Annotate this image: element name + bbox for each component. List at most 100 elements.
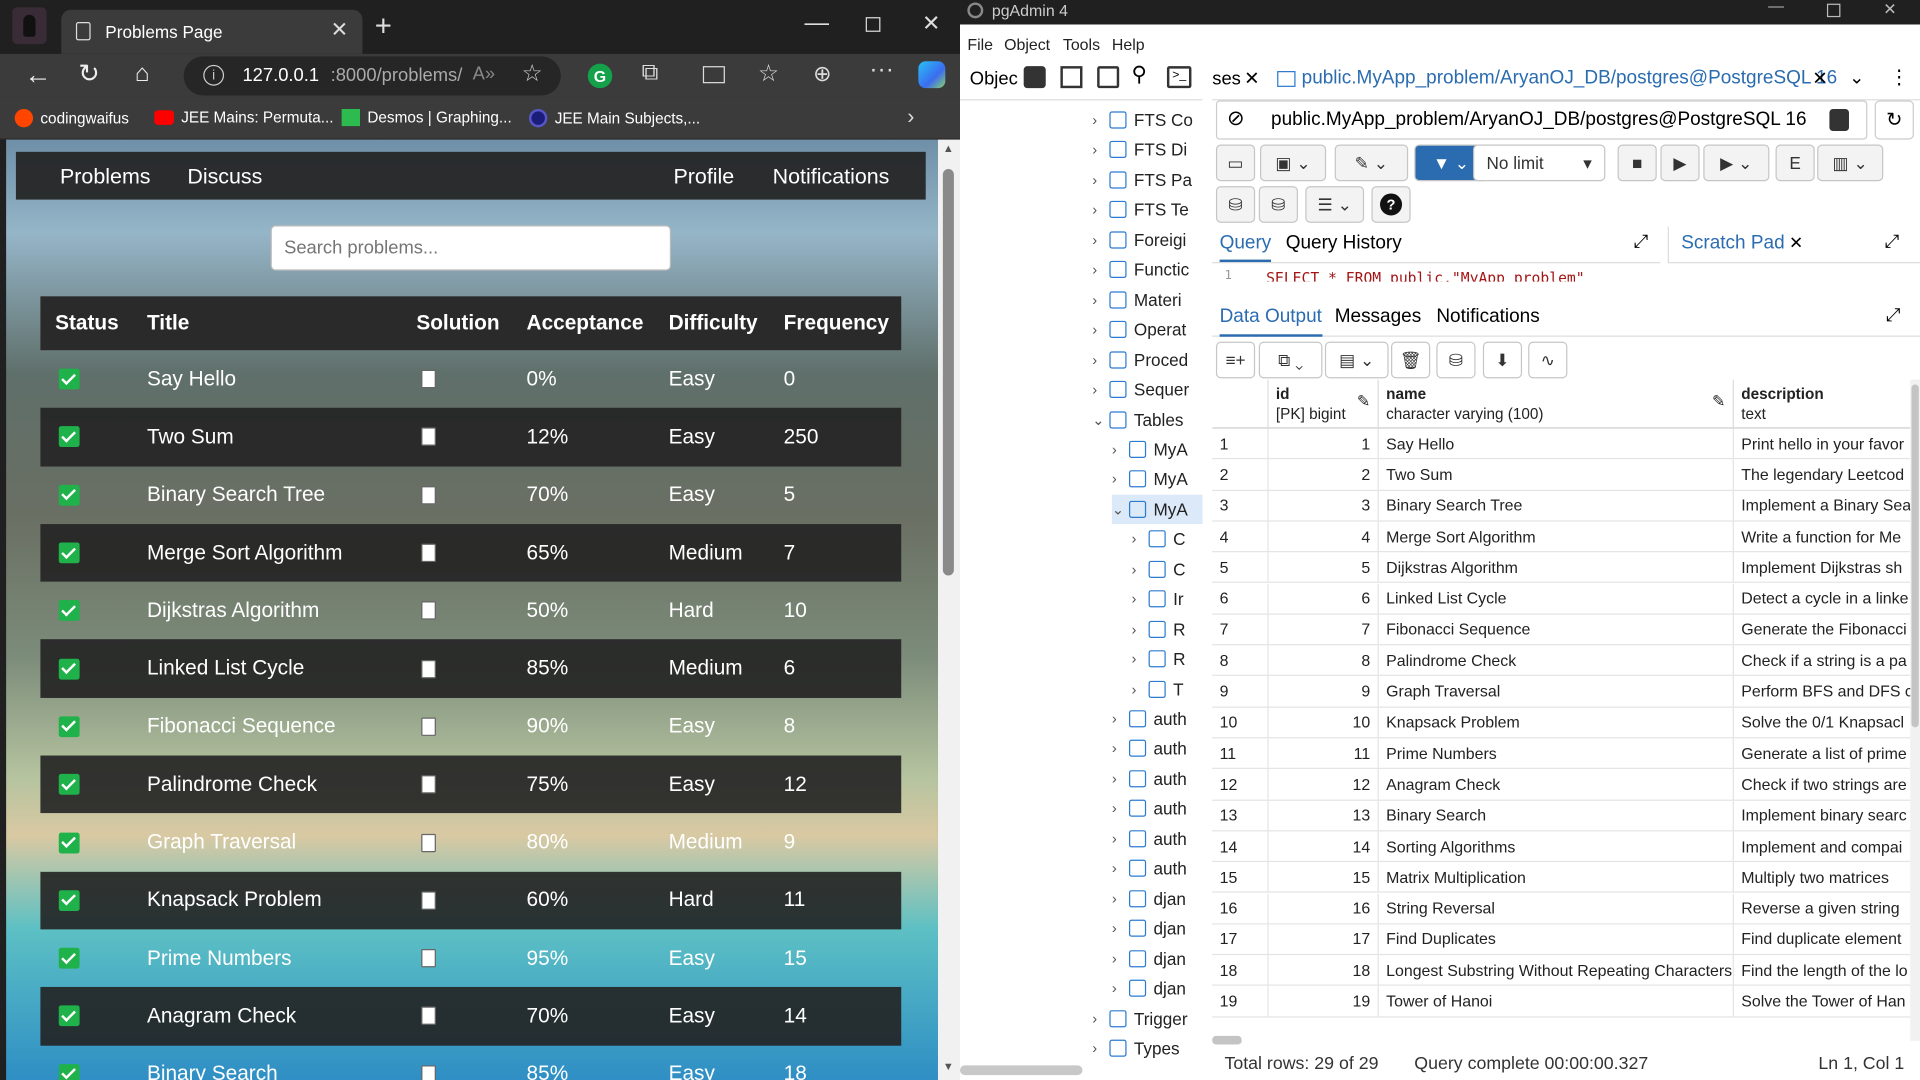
cell-name[interactable]: Dijkstras Algorithm — [1379, 552, 1734, 583]
chevron-right-icon[interactable]: › — [907, 105, 914, 129]
tab-notifications[interactable]: Notifications — [1436, 306, 1539, 328]
database-icon[interactable] — [1829, 108, 1849, 132]
tree-node[interactable]: › Materi — [1092, 285, 1181, 314]
site-info-icon[interactable]: i — [203, 64, 225, 86]
chevron-right-icon[interactable]: › — [1112, 860, 1124, 877]
chevron-right-icon[interactable]: › — [1092, 1040, 1104, 1057]
table-row[interactable]: 11 11 Prime Numbers Generate a list of prim… — [1212, 738, 1918, 770]
cell-id[interactable]: 13 — [1269, 800, 1379, 831]
col-acceptance[interactable]: Acceptance — [527, 296, 644, 350]
table-row[interactable]: 17 17 Find Duplicates Find duplicate elemen… — [1212, 924, 1918, 956]
copilot-icon[interactable] — [918, 61, 946, 89]
maximize-icon[interactable] — [865, 17, 881, 32]
cell-name[interactable]: Matrix Multiplication — [1379, 862, 1734, 893]
tree-node[interactable]: › C — [1131, 554, 1185, 583]
tree-node[interactable]: › FTS Co — [1092, 105, 1193, 134]
problem-title[interactable]: Binary Search Tree — [147, 466, 325, 524]
download-icon[interactable]: ⬇ — [1482, 341, 1523, 379]
solution-doc-icon[interactable] — [421, 756, 436, 814]
explain-icon[interactable]: E — [1775, 144, 1815, 182]
cell-description[interactable]: Solve the 0/1 Knapsacl — [1734, 707, 1918, 738]
tree-node[interactable]: › Proced — [1092, 345, 1188, 374]
problem-row[interactable]: Fibonacci Sequence 90% Easy 8 — [40, 698, 901, 756]
chevron-right-icon[interactable]: › — [1131, 531, 1143, 548]
nav-problems[interactable]: Problems — [60, 164, 151, 190]
chevron-right-icon[interactable]: › — [1112, 441, 1124, 458]
cell-id[interactable]: 9 — [1269, 676, 1379, 707]
cell-name[interactable]: Two Sum — [1379, 459, 1734, 490]
home-icon[interactable]: ⌂ — [135, 60, 150, 88]
cell-name[interactable]: Fibonacci Sequence — [1379, 614, 1734, 645]
sql-editor[interactable]: 1 SELECT * FROM public."MyApp_problem" — [1212, 264, 1660, 281]
more-icon[interactable]: ⋮ — [1889, 65, 1909, 89]
grid-column-header[interactable]: description text — [1733, 379, 1918, 429]
problem-title[interactable]: Graph Traversal — [147, 814, 296, 872]
table-icon[interactable] — [1060, 66, 1083, 89]
problem-title[interactable]: Prime Numbers — [147, 929, 292, 987]
cell-id[interactable]: 4 — [1269, 521, 1379, 552]
problem-title[interactable]: Binary Search — [147, 1045, 278, 1080]
expand-icon[interactable]: ⤢ — [1886, 305, 1901, 326]
table-row[interactable]: 6 6 Linked List Cycle Detect a cycle in a l… — [1212, 583, 1918, 615]
chevron-right-icon[interactable]: › — [1112, 471, 1124, 488]
tree-node[interactable]: › Sequer — [1092, 375, 1189, 404]
problem-row[interactable]: Say Hello 0% Easy 0 — [40, 350, 901, 408]
tree-node[interactable]: › djan — [1112, 974, 1186, 1003]
tree-node[interactable]: › C — [1131, 524, 1185, 553]
reload-icon[interactable]: ↻ — [78, 59, 100, 90]
solution-doc-icon[interactable] — [421, 814, 436, 872]
chevron-right-icon[interactable]: › — [1131, 590, 1143, 607]
chevron-right-icon[interactable]: › — [1131, 561, 1143, 578]
solution-doc-icon[interactable] — [421, 408, 436, 466]
tree-node[interactable]: › Operat — [1092, 315, 1186, 344]
tree-node[interactable]: › auth — [1112, 824, 1187, 853]
tree-node[interactable]: › auth — [1112, 734, 1187, 763]
chevron-down-icon[interactable]: ⌄ — [1092, 411, 1104, 428]
chevron-down-icon[interactable]: ⌄ — [1112, 501, 1124, 518]
col-difficulty[interactable]: Difficulty — [669, 296, 758, 350]
chevron-right-icon[interactable]: › — [1092, 381, 1104, 398]
grid-hscroll[interactable] — [1212, 1035, 1242, 1045]
tree-node[interactable]: › MyA — [1112, 465, 1188, 494]
chevron-right-icon[interactable]: › — [1092, 111, 1104, 128]
grid-column-header[interactable]: name character varying (100) ✎ — [1378, 379, 1734, 429]
tab-scratch-pad[interactable]: Scratch Pad — [1681, 233, 1784, 255]
cell-description[interactable]: Print hello in your favor — [1734, 428, 1918, 459]
solution-doc-icon[interactable] — [421, 929, 436, 987]
tree-node[interactable]: › djan — [1112, 914, 1186, 943]
cell-id[interactable]: 5 — [1269, 552, 1379, 583]
problem-title[interactable]: Two Sum — [147, 408, 234, 466]
table-row[interactable]: 13 13 Binary Search Implement binary searc — [1212, 800, 1918, 832]
table-row[interactable]: 15 15 Matrix Multiplication Multiply two ma… — [1212, 862, 1918, 894]
chevron-right-icon[interactable]: › — [1092, 261, 1104, 278]
table-row[interactable]: 18 18 Longest Substring Without Repeating … — [1212, 955, 1918, 987]
grid-scrollbar[interactable] — [1910, 379, 1920, 1041]
tree-node[interactable]: › djan — [1112, 944, 1186, 973]
cell-id[interactable]: 10 — [1269, 707, 1379, 738]
problem-row[interactable]: Two Sum 12% Easy 250 — [40, 408, 902, 467]
chevron-right-icon[interactable]: › — [1112, 980, 1124, 997]
add-row-icon[interactable]: ≡+ — [1215, 341, 1256, 379]
cell-name[interactable]: Say Hello — [1379, 428, 1734, 459]
problem-row[interactable]: Knapsack Problem 60% Hard 11 — [40, 871, 902, 930]
chevron-right-icon[interactable]: › — [1112, 710, 1124, 727]
cell-name[interactable]: Sorting Algorithms — [1379, 831, 1734, 862]
maximize-icon[interactable] — [1826, 3, 1841, 18]
cell-description[interactable]: Check if a string is a pa — [1734, 645, 1918, 676]
cell-description[interactable]: Generate the Fibonacci — [1734, 614, 1918, 645]
address-bar[interactable]: i 127.0.0.1 :8000/problems/ A» ☆ — [183, 56, 561, 96]
tab-data-output[interactable]: Data Output — [1219, 306, 1322, 337]
read-aloud-icon[interactable]: A» — [473, 64, 495, 85]
cell-id[interactable]: 7 — [1269, 614, 1379, 645]
solution-doc-icon[interactable] — [421, 350, 436, 408]
cell-name[interactable]: Palindrome Check — [1379, 645, 1734, 676]
tree-node[interactable]: ⌄ Tables — [1092, 405, 1183, 434]
chevron-right-icon[interactable]: › — [1112, 770, 1124, 787]
tree-node[interactable]: › Functic — [1092, 255, 1189, 284]
table-row[interactable]: 7 7 Fibonacci Sequence Generate the Fibonac… — [1212, 614, 1918, 646]
problem-title[interactable]: Say Hello — [147, 350, 236, 408]
tab-query-history[interactable]: Query History — [1286, 233, 1402, 255]
close-window-icon[interactable]: ✕ — [1883, 0, 1896, 20]
cell-description[interactable]: Generate a list of prime — [1734, 738, 1918, 769]
problem-title[interactable]: Dijkstras Algorithm — [147, 582, 319, 640]
